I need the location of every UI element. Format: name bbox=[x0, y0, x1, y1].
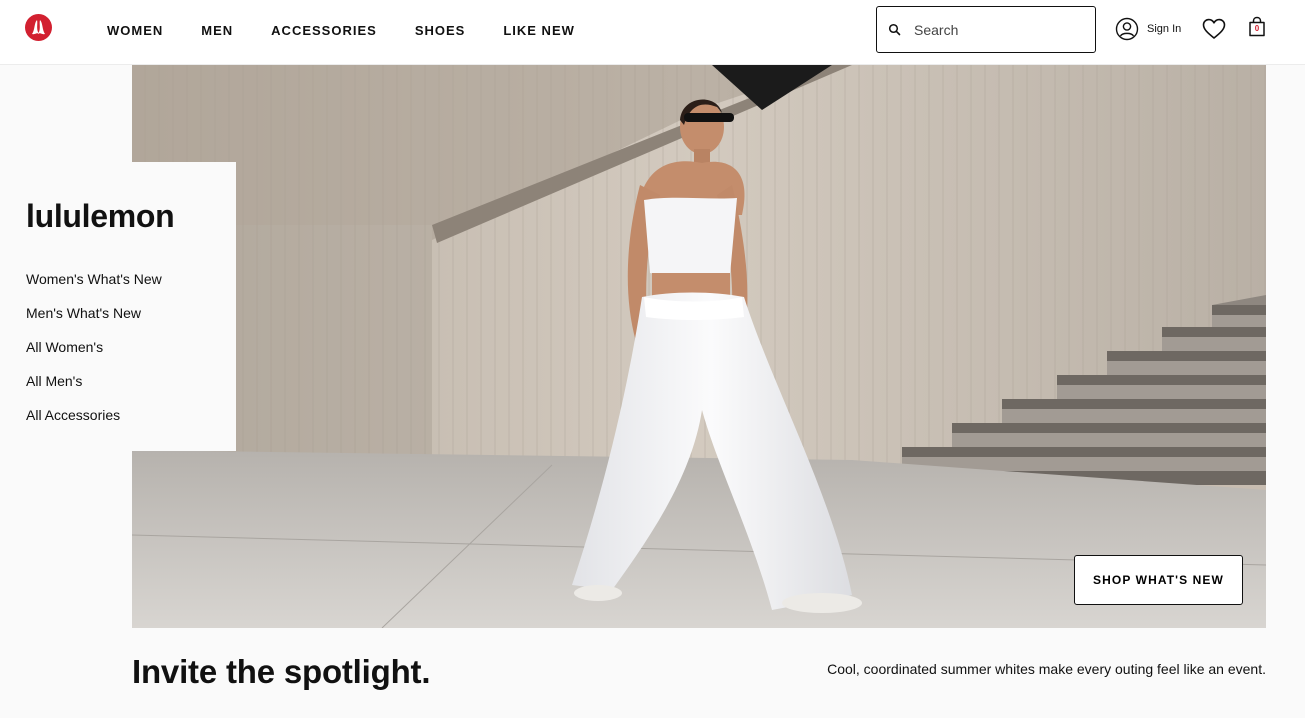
promo-headline: Invite the spotlight. bbox=[132, 653, 431, 690]
nav-men[interactable]: MEN bbox=[201, 23, 233, 38]
link-all-mens[interactable]: All Men's bbox=[26, 364, 162, 398]
link-all-accessories[interactable]: All Accessories bbox=[26, 398, 162, 432]
promo-subcopy: Cool, coordinated summer whites make eve… bbox=[827, 661, 1266, 677]
nav-women[interactable]: WOMEN bbox=[107, 23, 163, 38]
search-box[interactable] bbox=[876, 6, 1096, 53]
link-all-womens[interactable]: All Women's bbox=[26, 330, 162, 364]
category-links: Women's What's New Men's What's New All … bbox=[26, 262, 162, 432]
sign-in-label: Sign In bbox=[1147, 23, 1182, 35]
link-womens-whats-new[interactable]: Women's What's New bbox=[26, 262, 162, 296]
category-panel: lululemon Women's What's New Men's What'… bbox=[0, 162, 236, 451]
hero-photo bbox=[132, 65, 1266, 628]
site-header: WOMEN MEN ACCESSORIES SHOES LIKE NEW Sig… bbox=[0, 0, 1305, 65]
link-mens-whats-new[interactable]: Men's What's New bbox=[26, 296, 162, 330]
nav-like-new[interactable]: LIKE NEW bbox=[503, 23, 575, 38]
lululemon-logo-icon[interactable] bbox=[25, 14, 52, 41]
bag-count-badge: 0 bbox=[1254, 24, 1260, 33]
hero-banner[interactable] bbox=[132, 65, 1266, 628]
brand-title: lululemon bbox=[26, 198, 175, 234]
sign-in-button[interactable]: Sign In bbox=[1115, 17, 1181, 41]
search-icon bbox=[888, 23, 901, 35]
wishlist-heart-icon[interactable] bbox=[1202, 18, 1226, 40]
main-nav: WOMEN MEN ACCESSORIES SHOES LIKE NEW bbox=[107, 0, 613, 60]
nav-shoes[interactable]: SHOES bbox=[415, 23, 466, 38]
user-account-icon bbox=[1115, 17, 1139, 41]
search-input[interactable] bbox=[914, 21, 1084, 38]
shopping-bag-button[interactable]: 0 bbox=[1248, 16, 1266, 38]
nav-accessories[interactable]: ACCESSORIES bbox=[271, 23, 377, 38]
shop-whats-new-button[interactable]: SHOP WHAT'S NEW bbox=[1074, 555, 1243, 605]
